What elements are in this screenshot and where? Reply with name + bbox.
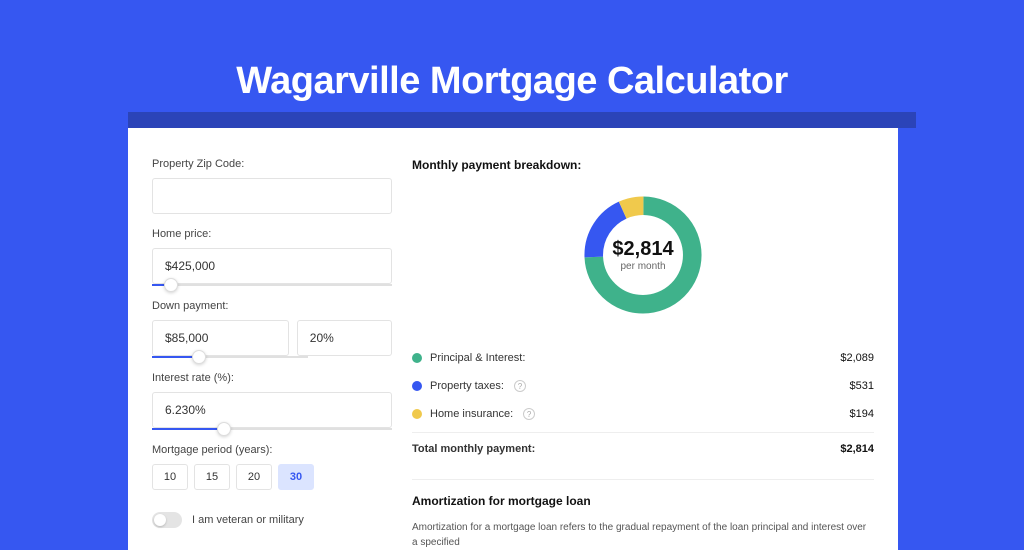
page-title: Wagarville Mortgage Calculator <box>0 0 1024 103</box>
legend-total: Total monthly payment: $2,814 <box>412 432 874 463</box>
zip-input[interactable] <box>152 178 392 214</box>
donut-amount: $2,814 <box>612 238 673 261</box>
rate-label: Interest rate (%): <box>152 372 392 384</box>
legend-taxes-value: $531 <box>850 380 874 392</box>
donut-center: $2,814 per month <box>612 238 673 272</box>
zip-label: Property Zip Code: <box>152 158 392 170</box>
breakdown-title: Monthly payment breakdown: <box>412 158 874 172</box>
down-payment-pct-input[interactable] <box>297 320 392 356</box>
legend-principal: Principal & Interest: $2,089 <box>412 344 874 372</box>
donut-chart: $2,814 per month <box>412 190 874 320</box>
home-price-slider[interactable] <box>152 284 392 286</box>
dot-taxes <box>412 381 422 391</box>
info-icon[interactable]: ? <box>523 408 535 420</box>
legend-insurance-label: Home insurance: <box>430 408 513 420</box>
down-payment-field: Down payment: <box>152 300 392 358</box>
period-10[interactable]: 10 <box>152 464 188 490</box>
down-payment-slider-thumb[interactable] <box>192 350 206 364</box>
period-field: Mortgage period (years): 10 15 20 30 <box>152 444 392 490</box>
breakdown-column: Monthly payment breakdown: $2,814 per mo… <box>412 158 874 550</box>
rate-slider-thumb[interactable] <box>217 422 231 436</box>
legend-principal-value: $2,089 <box>840 352 874 364</box>
legend-insurance-value: $194 <box>850 408 874 420</box>
form-column: Property Zip Code: Home price: Down paym… <box>152 158 392 550</box>
legend-insurance: Home insurance: ? $194 <box>412 400 874 428</box>
amortization-title: Amortization for mortgage loan <box>412 494 874 508</box>
legend-total-value: $2,814 <box>840 443 874 455</box>
donut-sub: per month <box>612 261 673 272</box>
veteran-row: I am veteran or military <box>152 512 392 528</box>
period-30[interactable]: 30 <box>278 464 314 490</box>
legend-total-label: Total monthly payment: <box>412 443 535 455</box>
veteran-toggle[interactable] <box>152 512 182 528</box>
down-payment-input[interactable] <box>152 320 289 356</box>
home-price-slider-thumb[interactable] <box>164 278 178 292</box>
legend-taxes: Property taxes: ? $531 <box>412 372 874 400</box>
calculator-card: Property Zip Code: Home price: Down paym… <box>128 128 898 550</box>
rate-slider[interactable] <box>152 428 392 430</box>
dot-principal <box>412 353 422 363</box>
rate-field: Interest rate (%): <box>152 372 392 430</box>
period-15[interactable]: 15 <box>194 464 230 490</box>
banner-strip <box>128 112 916 128</box>
legend-principal-label: Principal & Interest: <box>430 352 525 364</box>
rate-slider-fill <box>152 428 224 430</box>
home-price-input[interactable] <box>152 248 392 284</box>
rate-input[interactable] <box>152 392 392 428</box>
zip-field: Property Zip Code: <box>152 158 392 214</box>
veteran-toggle-knob <box>154 514 166 526</box>
legend-taxes-label: Property taxes: <box>430 380 504 392</box>
home-price-field: Home price: <box>152 228 392 286</box>
dot-insurance <box>412 409 422 419</box>
down-payment-slider[interactable] <box>152 356 308 358</box>
period-label: Mortgage period (years): <box>152 444 392 456</box>
amortization-body: Amortization for a mortgage loan refers … <box>412 520 874 550</box>
period-20[interactable]: 20 <box>236 464 272 490</box>
home-price-label: Home price: <box>152 228 392 240</box>
info-icon[interactable]: ? <box>514 380 526 392</box>
veteran-label: I am veteran or military <box>192 514 304 526</box>
amortization-section: Amortization for mortgage loan Amortizat… <box>412 479 874 550</box>
down-payment-label: Down payment: <box>152 300 392 312</box>
period-buttons: 10 15 20 30 <box>152 464 392 490</box>
